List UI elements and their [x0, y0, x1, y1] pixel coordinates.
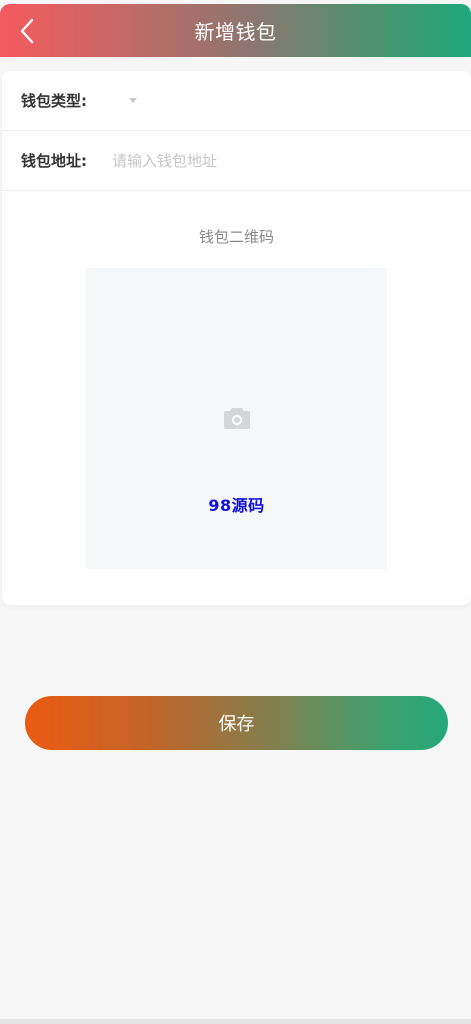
chevron-left-icon	[20, 18, 34, 44]
wallet-type-label: 钱包类型:	[21, 92, 87, 110]
camera-icon	[224, 408, 250, 429]
wallet-address-label: 钱包地址:	[21, 152, 87, 170]
page-title: 新增钱包	[194, 20, 277, 44]
wallet-form-card: 钱包类型: 钱包地址: 钱包二维码 98源码	[2, 71, 471, 605]
wallet-address-row: 钱包地址:	[2, 131, 471, 191]
wallet-type-row[interactable]: 钱包类型:	[2, 71, 471, 131]
save-button[interactable]: 保存	[25, 696, 448, 750]
header-bar: 新增钱包	[0, 4, 471, 57]
qr-code-title: 钱包二维码	[198, 228, 274, 246]
caret-down-icon[interactable]	[129, 98, 137, 103]
back-button[interactable]	[10, 14, 44, 48]
wallet-address-input[interactable]	[112, 146, 452, 176]
bottom-edge	[0, 1019, 471, 1024]
watermark-text: 98源码	[208, 496, 265, 515]
qr-code-uploader[interactable]: 98源码	[86, 268, 387, 569]
